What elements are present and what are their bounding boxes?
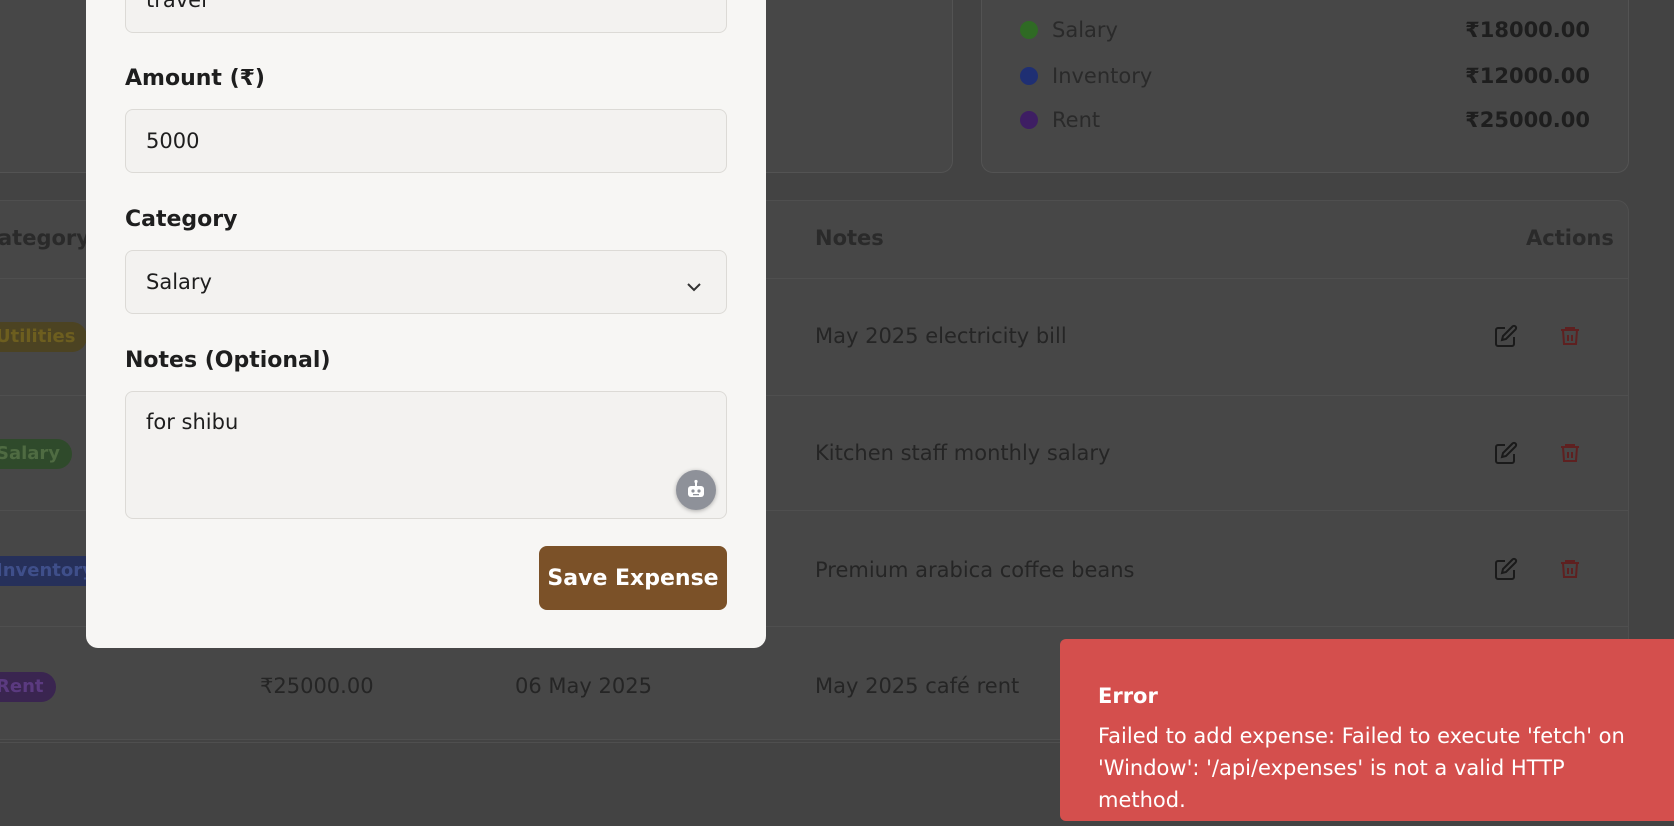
notes-cell: May 2025 café rent xyxy=(815,674,1020,698)
amount-label: Amount (₹) xyxy=(125,66,265,91)
legend-item-salary: Salary ₹18000.00 xyxy=(1020,15,1590,45)
chevron-down-icon xyxy=(686,275,702,299)
toast-title: Error xyxy=(1098,684,1158,708)
notes-label: Notes (Optional) xyxy=(125,348,331,373)
legend-amount: ₹25000.00 xyxy=(1465,108,1590,132)
legend-dot xyxy=(1020,111,1038,129)
ai-assist-button[interactable] xyxy=(676,470,716,510)
delete-icon[interactable] xyxy=(1558,441,1582,465)
title-input-value: travel xyxy=(146,0,207,12)
category-badge: Rent xyxy=(0,672,56,702)
delete-icon[interactable] xyxy=(1558,324,1582,348)
legend-amount: ₹18000.00 xyxy=(1465,18,1590,42)
legend-dot xyxy=(1020,21,1038,39)
toast-message: Failed to add expense: Failed to execute… xyxy=(1098,724,1625,812)
robot-icon xyxy=(688,479,704,497)
notes-textarea-value: for shibu xyxy=(146,410,239,434)
delete-icon[interactable] xyxy=(1558,557,1582,581)
legend-label: Rent xyxy=(1052,108,1101,132)
category-label: Category xyxy=(125,207,238,232)
column-header-notes: Notes xyxy=(815,226,884,250)
amount-input-value: 5000 xyxy=(146,129,200,153)
legend-label: Salary xyxy=(1052,18,1118,42)
amount-input[interactable]: 5000 xyxy=(125,109,727,173)
edit-icon[interactable] xyxy=(1494,324,1518,348)
notes-cell: Kitchen staff monthly salary xyxy=(815,441,1111,465)
category-badge: Salary xyxy=(0,439,73,469)
category-select[interactable]: Salary xyxy=(125,250,727,314)
column-header-category: ategory xyxy=(0,226,90,250)
save-expense-button[interactable]: Save Expense xyxy=(539,546,727,610)
notes-cell: Premium arabica coffee beans xyxy=(815,558,1135,582)
title-input[interactable]: travel xyxy=(125,0,727,33)
legend-amount: ₹12000.00 xyxy=(1465,64,1590,88)
notes-textarea[interactable]: for shibu xyxy=(125,391,727,519)
legend-item-inventory: Inventory ₹12000.00 xyxy=(1020,61,1590,91)
edit-icon[interactable] xyxy=(1494,441,1518,465)
legend-item-rent: Rent ₹25000.00 xyxy=(1020,105,1590,135)
edit-icon[interactable] xyxy=(1494,557,1518,581)
legend-dot xyxy=(1020,67,1038,85)
legend-label: Inventory xyxy=(1052,64,1153,88)
column-header-actions: Actions xyxy=(1526,226,1614,250)
amount-cell: ₹25000.00 xyxy=(260,674,374,698)
notes-cell: May 2025 electricity bill xyxy=(815,324,1067,348)
error-toast: Error Failed to add expense: Failed to e… xyxy=(1060,639,1674,821)
category-badge: Utilities xyxy=(0,322,88,352)
date-cell: 06 May 2025 xyxy=(515,674,652,698)
category-select-value: Salary xyxy=(146,270,212,294)
